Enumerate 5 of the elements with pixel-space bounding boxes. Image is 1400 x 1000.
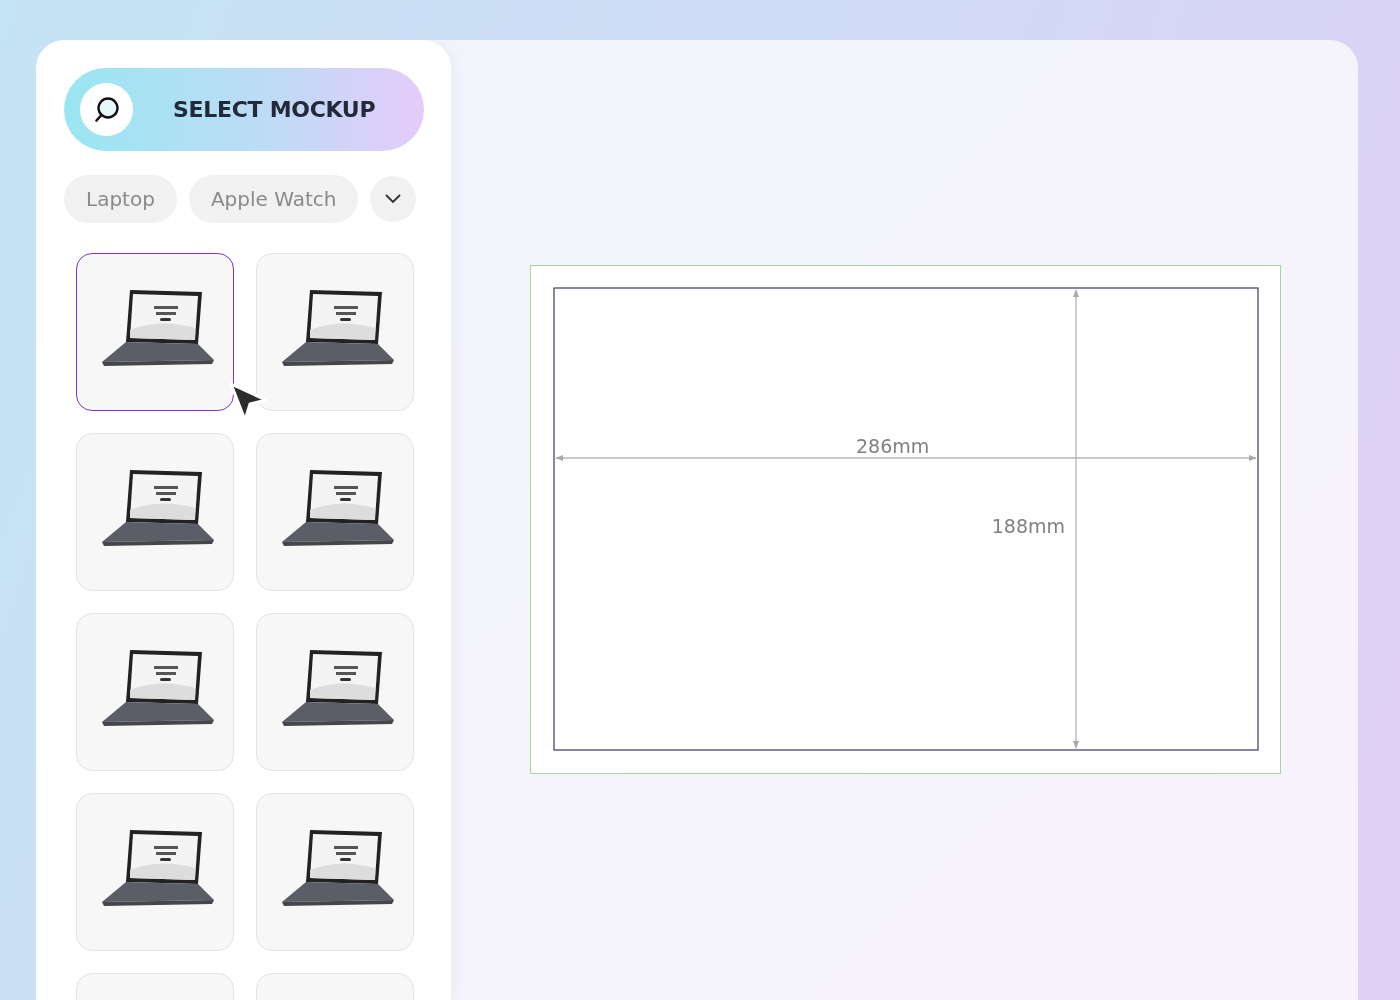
height-label: 188mm <box>991 517 1065 536</box>
select-mockup-button[interactable]: SELECT MOCKUP <box>64 68 424 151</box>
filter-chip[interactable]: Laptop <box>64 175 177 223</box>
width-label: 286mm <box>856 437 930 456</box>
filter-chip[interactable]: Apple Watch <box>188 175 359 223</box>
